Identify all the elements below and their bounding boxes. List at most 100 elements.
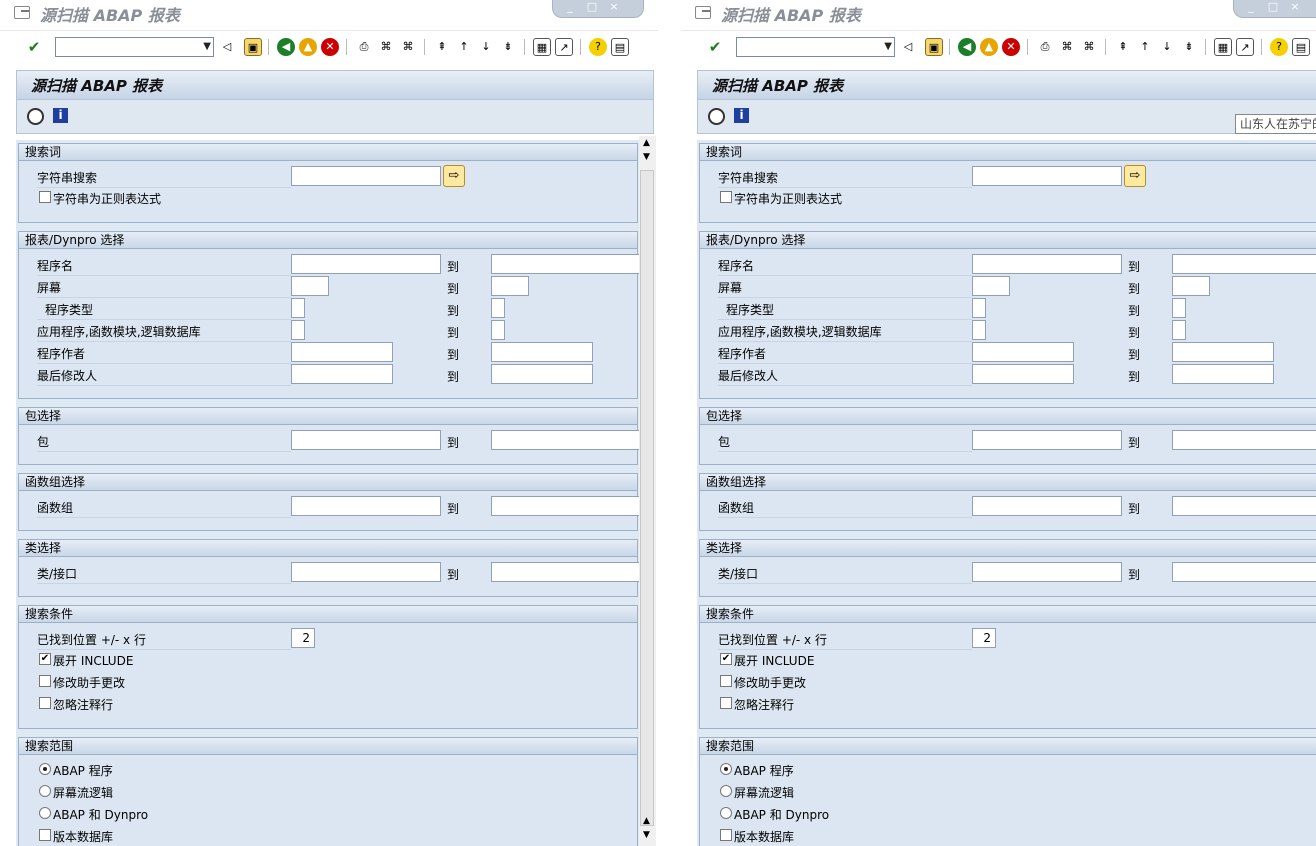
modification-checkbox[interactable] (39, 675, 51, 687)
abap-program-radio[interactable] (720, 763, 732, 775)
save-icon[interactable]: ▣ (244, 38, 262, 56)
function-group-to[interactable] (1172, 496, 1316, 516)
next-page-icon[interactable]: ↓ (477, 38, 495, 56)
find-next-icon[interactable]: ⌘ (399, 38, 417, 56)
help-icon[interactable]: ? (1270, 38, 1288, 56)
cancel-icon[interactable]: ✕ (1002, 38, 1020, 56)
layout-menu-icon[interactable]: ▤ (611, 38, 629, 56)
application-to[interactable] (491, 320, 505, 340)
layout-menu-icon[interactable]: ▤ (1292, 38, 1310, 56)
flow-logic-radio[interactable] (720, 785, 732, 797)
enter-icon[interactable]: ✔ (25, 38, 43, 56)
string-search-input[interactable] (972, 166, 1122, 186)
minimize-icon[interactable]: _ (1244, 1, 1258, 13)
include-checkbox[interactable]: ✔ (39, 653, 51, 665)
screen-to[interactable] (491, 276, 529, 296)
command-input[interactable] (56, 38, 196, 56)
screen-from[interactable] (972, 276, 1010, 296)
application-from[interactable] (291, 320, 305, 340)
scroll-down-icon[interactable]: ▼ (643, 830, 650, 840)
close-icon[interactable]: × (607, 1, 621, 13)
find-icon[interactable]: ⌘ (377, 38, 395, 56)
abap-and-dynpro-radio[interactable] (720, 807, 732, 819)
multiple-selection-button[interactable]: ⇨ (443, 165, 465, 187)
command-field[interactable]: ▼ (736, 37, 895, 57)
version-database-checkbox[interactable] (39, 829, 51, 841)
function-group-from[interactable] (972, 496, 1122, 516)
new-session-icon[interactable]: ▦ (1214, 38, 1232, 56)
author-from[interactable] (972, 342, 1074, 362)
shortcut-icon[interactable]: ↗ (555, 38, 573, 56)
package-to[interactable] (1172, 430, 1316, 450)
function-group-to[interactable] (491, 496, 641, 516)
close-icon[interactable]: × (1288, 1, 1302, 13)
maximize-icon[interactable]: □ (585, 1, 599, 13)
scroll-up-icon[interactable]: ▲ (643, 138, 650, 148)
program-type-from[interactable] (972, 298, 986, 318)
screen-from[interactable] (291, 276, 329, 296)
scrollbar-thumb[interactable] (640, 170, 654, 826)
class-to[interactable] (491, 562, 641, 582)
new-session-icon[interactable]: ▦ (533, 38, 551, 56)
changed-by-from[interactable] (291, 364, 393, 384)
class-from[interactable] (972, 562, 1122, 582)
execute-icon[interactable] (708, 108, 725, 125)
changed-by-to[interactable] (1172, 364, 1274, 384)
minimize-icon[interactable]: _ (563, 1, 577, 13)
print-icon[interactable]: ⎙ (1036, 38, 1054, 56)
author-to[interactable] (491, 342, 593, 362)
next-page-icon[interactable]: ↓ (1158, 38, 1176, 56)
scroll-up-icon[interactable]: ▲ (643, 816, 650, 826)
version-database-checkbox[interactable] (720, 829, 732, 841)
author-to[interactable] (1172, 342, 1274, 362)
first-page-icon[interactable]: ⇞ (1114, 38, 1132, 56)
application-to[interactable] (1172, 320, 1186, 340)
execute-icon[interactable] (27, 108, 44, 125)
enter-icon[interactable]: ✔ (706, 38, 724, 56)
save-icon[interactable]: ▣ (925, 38, 943, 56)
changed-by-from[interactable] (972, 364, 1074, 384)
modification-checkbox[interactable] (720, 675, 732, 687)
command-input[interactable] (737, 38, 877, 56)
include-checkbox[interactable]: ✔ (720, 653, 732, 665)
info-icon[interactable]: i (734, 108, 749, 123)
abap-program-radio[interactable] (39, 763, 51, 775)
system-menu-icon[interactable] (695, 6, 711, 19)
help-icon[interactable]: ? (589, 38, 607, 56)
last-page-icon[interactable]: ⇟ (1180, 38, 1198, 56)
exit-icon[interactable]: ▲ (980, 38, 998, 56)
scroll-down-icon[interactable]: ▼ (643, 152, 650, 162)
program-name-to[interactable] (491, 254, 641, 274)
class-from[interactable] (291, 562, 441, 582)
ignore-comments-checkbox[interactable] (39, 697, 51, 709)
info-icon[interactable]: i (53, 108, 68, 123)
chevron-down-icon[interactable]: ▼ (203, 41, 211, 52)
context-lines-input[interactable]: 2 (972, 628, 996, 648)
back-icon[interactable]: ◀ (958, 38, 976, 56)
back-icon[interactable]: ◀ (277, 38, 295, 56)
string-search-input[interactable] (291, 166, 441, 186)
abap-and-dynpro-radio[interactable] (39, 807, 51, 819)
screen-to[interactable] (1172, 276, 1210, 296)
first-page-icon[interactable]: ⇞ (433, 38, 451, 56)
shortcut-icon[interactable]: ↗ (1236, 38, 1254, 56)
program-type-to[interactable] (1172, 298, 1186, 318)
flow-logic-radio[interactable] (39, 785, 51, 797)
program-type-from[interactable] (291, 298, 305, 318)
author-from[interactable] (291, 342, 393, 362)
exit-icon[interactable]: ▲ (299, 38, 317, 56)
find-next-icon[interactable]: ⌘ (1080, 38, 1098, 56)
function-group-from[interactable] (291, 496, 441, 516)
program-type-to[interactable] (491, 298, 505, 318)
multiple-selection-button[interactable]: ⇨ (1124, 165, 1146, 187)
collapse-arrow-icon[interactable]: ◁ (218, 38, 236, 56)
package-from[interactable] (972, 430, 1122, 450)
find-icon[interactable]: ⌘ (1058, 38, 1076, 56)
system-menu-icon[interactable] (14, 6, 30, 19)
last-page-icon[interactable]: ⇟ (499, 38, 517, 56)
class-to[interactable] (1172, 562, 1316, 582)
program-name-to[interactable] (1172, 254, 1316, 274)
command-field[interactable]: ▼ (55, 37, 214, 57)
maximize-icon[interactable]: □ (1266, 1, 1280, 13)
previous-page-icon[interactable]: ↑ (1136, 38, 1154, 56)
